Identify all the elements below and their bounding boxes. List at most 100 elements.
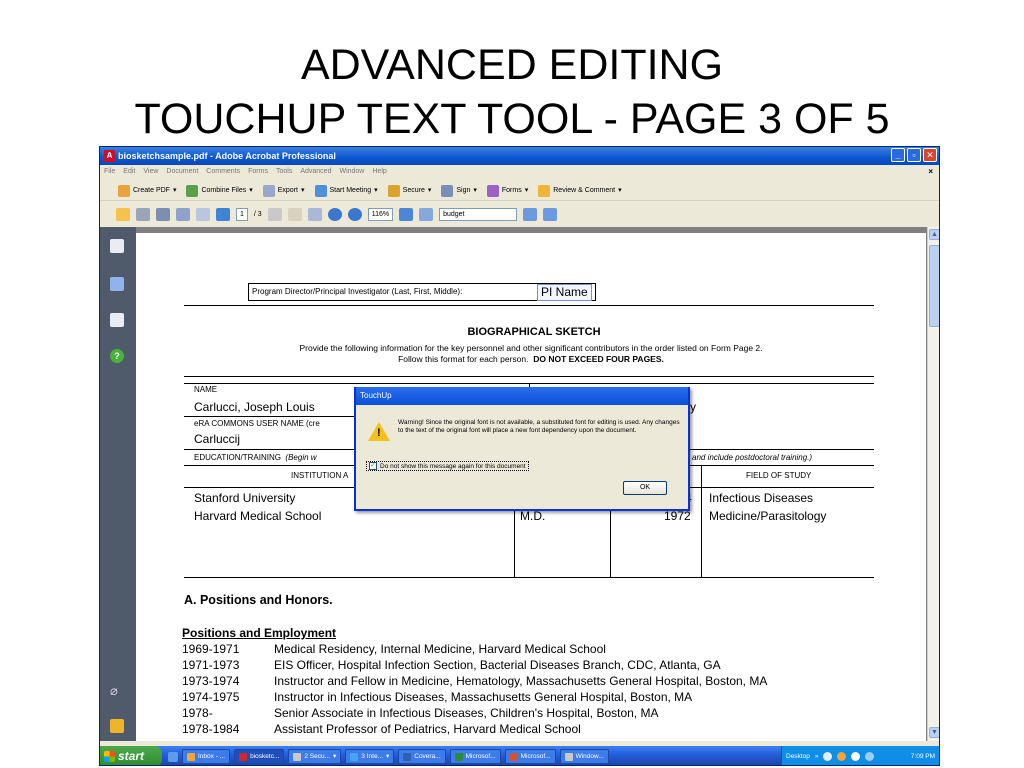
scroll-thumb[interactable]	[929, 245, 939, 327]
zoom-in-icon[interactable]	[347, 207, 362, 221]
save-icon[interactable]	[156, 207, 170, 221]
dont-show-again-checkbox[interactable]: ✓ Do not show this message again for thi…	[366, 461, 529, 471]
bio-heading: BIOGRAPHICAL SKETCH	[467, 326, 601, 338]
menu-forms[interactable]: Forms	[248, 165, 268, 179]
desktop-toolbar[interactable]: Desktop	[786, 746, 810, 765]
taskbar-item-inbox[interactable]: Inbox - ...	[182, 749, 231, 764]
education-label-right: and include postdoctoral training.)	[692, 453, 813, 462]
pen-icon	[441, 184, 454, 197]
acrobat-icon: A	[104, 150, 115, 162]
doc-close-icon[interactable]: ×	[928, 165, 933, 179]
secure-button[interactable]: Secure ▾	[387, 181, 431, 200]
hand-tool-icon[interactable]	[287, 207, 302, 221]
checkbox-box[interactable]: ✓	[369, 462, 377, 470]
signatures-icon[interactable]	[110, 313, 124, 327]
menu-help[interactable]: Help	[372, 165, 386, 179]
create-pdf-icon	[118, 184, 130, 197]
open-folder-icon[interactable]	[116, 207, 130, 221]
start-meeting-button[interactable]: Start Meeting ▾	[314, 181, 378, 200]
menu-advanced[interactable]: Advanced	[300, 165, 331, 179]
windows-logo-icon	[104, 751, 115, 762]
search-input[interactable]: budget	[439, 207, 518, 221]
taskbar-item-secu[interactable]: 2 Secu... ▾	[288, 749, 342, 764]
forms-icon	[486, 184, 499, 197]
next-page-icon[interactable]	[216, 207, 230, 221]
slide-title-line2: TOUCHUP TEXT TOOL - PAGE 3 OF 5	[134, 95, 890, 143]
vertical-scrollbar[interactable]: ▲ ▼	[927, 227, 939, 741]
window-titlebar: A biosketchsample.pdf - Adobe Acrobat Pr…	[100, 147, 939, 165]
menu-file[interactable]: File	[104, 165, 115, 179]
email-icon[interactable]	[176, 207, 190, 221]
scroll-up-icon[interactable]: ▲	[929, 229, 939, 240]
taskbar: start Inbox - ... biosketc... 2 Secu... …	[100, 746, 939, 765]
window-icon	[564, 752, 573, 761]
ie-icon	[350, 752, 359, 761]
zoom-out-icon[interactable]	[327, 207, 342, 221]
pi-field: Program Director/Principal Investigator …	[248, 283, 596, 301]
fit-width-icon[interactable]	[419, 207, 434, 221]
chevron-icon[interactable]: »	[815, 746, 819, 765]
create-pdf-button[interactable]: Create PDF ▾	[118, 181, 176, 200]
sign-button[interactable]: Sign ▾	[441, 181, 477, 200]
select-tool-icon[interactable]	[267, 207, 282, 221]
fit-page-icon[interactable]	[399, 207, 414, 221]
table-cell: Harvard Medical School	[194, 509, 322, 523]
security-icon[interactable]	[865, 752, 875, 761]
menu-edit[interactable]: Edit	[123, 165, 135, 179]
attachments-icon[interactable]: ⌀	[110, 683, 124, 698]
print-icon[interactable]	[136, 207, 150, 221]
taskbar-item-biosketch[interactable]: biosketc...	[234, 749, 285, 764]
taskbar-item-covera[interactable]: Covera...	[398, 749, 446, 764]
comments-icon[interactable]	[110, 719, 124, 733]
page-number-input[interactable]: 1	[236, 207, 248, 221]
export-button[interactable]: Export ▾	[262, 181, 305, 200]
taskbar-item-window[interactable]: Window...	[559, 749, 609, 764]
warning-icon: !	[368, 422, 390, 441]
slide-title-line1: ADVANCED EDITING	[300, 41, 724, 89]
lock-icon	[387, 184, 400, 197]
list-item: 1978- Senior Associate in Infectious Dise…	[182, 706, 659, 720]
tasks-toolbar: Create PDF ▾ Combine Files ▾ Export ▾ St…	[100, 181, 939, 201]
taskbar-item-inte[interactable]: 3 Inte... ▾	[345, 749, 395, 764]
quicklaunch-icon[interactable]	[168, 751, 178, 762]
education-label: EDUCATION/TRAINING (Begin w	[194, 453, 317, 462]
menu-window[interactable]: Window	[339, 165, 364, 179]
menu-tools[interactable]: Tools	[276, 165, 292, 179]
maximize-button[interactable]: ▫	[907, 148, 921, 162]
forms-button[interactable]: Forms ▾	[486, 181, 528, 200]
list-item: 1973-1974 Instructor and Fellow in Medici…	[182, 674, 768, 688]
search-next-icon[interactable]	[543, 207, 558, 221]
powerpoint-icon	[509, 752, 518, 761]
taskbar-item-microsoft-1[interactable]: Microsof...	[449, 749, 501, 764]
menu-view[interactable]: View	[143, 165, 158, 179]
scroll-down-icon[interactable]: ▼	[929, 727, 939, 738]
zoom-level-select[interactable]: 116%	[367, 207, 394, 221]
network-icon[interactable]	[823, 752, 833, 761]
help-icon[interactable]: ?	[110, 349, 124, 363]
ok-button[interactable]: OK	[623, 481, 667, 495]
outlook-tray-icon[interactable]	[837, 752, 847, 761]
pi-value-text[interactable]: PI Name	[537, 284, 592, 301]
position-value: y	[690, 400, 696, 414]
minimize-button[interactable]: _	[891, 148, 905, 162]
menu-comments[interactable]: Comments	[206, 165, 240, 179]
zoom-tool-icon[interactable]	[307, 207, 322, 221]
dialog-title: TouchUp	[356, 387, 688, 405]
window-title: biosketchsample.pdf - Adobe Acrobat Prof…	[118, 151, 336, 161]
window-controls: _ ▫ ✕	[891, 148, 937, 162]
pages-icon[interactable]	[110, 239, 124, 253]
table-cell: M.D.	[520, 509, 546, 523]
close-button[interactable]: ✕	[923, 148, 937, 162]
meeting-icon	[314, 184, 327, 197]
taskbar-item-microsoft-2[interactable]: Microsof...	[504, 749, 556, 764]
table-cell: Medicine/Parasitology	[709, 509, 827, 523]
start-button[interactable]: start	[100, 746, 162, 765]
search-previous-icon[interactable]	[523, 207, 538, 221]
volume-icon[interactable]	[851, 752, 861, 761]
previous-page-icon[interactable]	[196, 207, 210, 221]
combine-files-button[interactable]: Combine Files ▾	[186, 181, 253, 200]
bookmarks-icon[interactable]	[110, 277, 124, 291]
name-value: Carlucci, Joseph Louis	[194, 400, 315, 414]
menu-document[interactable]: Document	[166, 165, 198, 179]
review-comment-button[interactable]: Review & Comment ▾	[538, 181, 622, 200]
